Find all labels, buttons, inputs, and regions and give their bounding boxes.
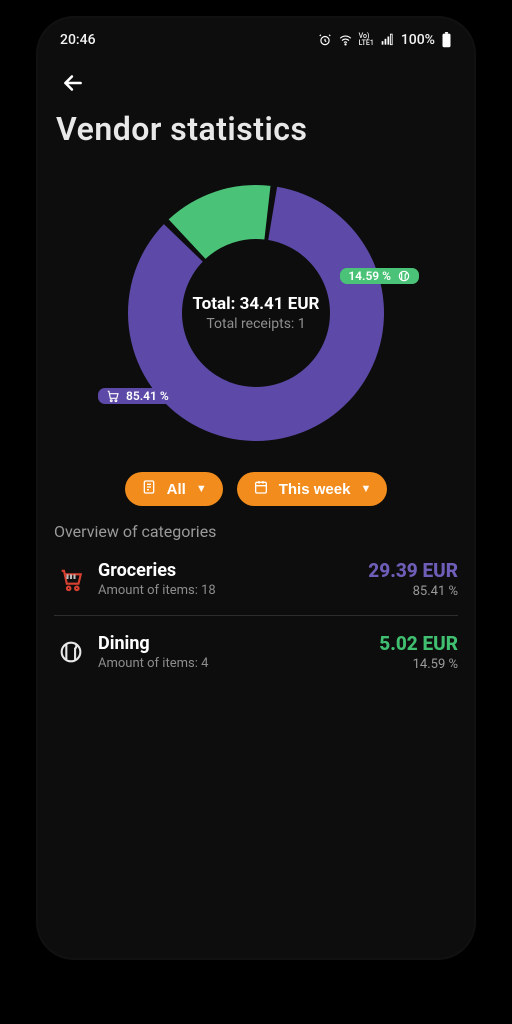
category-row-groceries[interactable]: Groceries Amount of items: 18 29.39 EUR … <box>38 549 474 609</box>
arrow-left-icon <box>60 70 86 96</box>
category-name: Groceries <box>98 560 368 581</box>
status-right: Vo)LTE1 100% <box>318 32 452 48</box>
category-amount: 5.02 EUR <box>379 632 458 655</box>
wifi-icon <box>338 33 353 47</box>
cart-icon <box>54 562 88 596</box>
battery-icon <box>441 32 452 48</box>
slice-badge-dining-pct: 14.59 % <box>348 269 391 283</box>
slice-badge-groceries: 85.41 % <box>98 388 177 404</box>
cart-icon <box>106 389 120 403</box>
pie-chart-svg <box>126 183 386 443</box>
status-time: 20:46 <box>60 32 96 48</box>
filter-period-button[interactable]: This week ▼ <box>237 472 388 506</box>
divider <box>54 615 458 616</box>
filter-category-label: All <box>167 481 186 498</box>
filter-period-label: This week <box>279 481 351 498</box>
status-bar: 20:46 Vo)LTE1 100% <box>38 18 474 48</box>
category-meta: Amount of items: 18 <box>98 583 368 598</box>
slice-badge-groceries-pct: 85.41 % <box>126 389 169 403</box>
donut-chart: Total: 34.41 EUR Total receipts: 1 <box>38 168 474 458</box>
slice-badge-dining: 14.59 % <box>340 268 419 284</box>
lte-indicator: Vo)LTE1 <box>359 33 374 47</box>
dining-icon <box>54 635 88 669</box>
category-row-dining[interactable]: Dining Amount of items: 4 5.02 EUR 14.59… <box>38 622 474 682</box>
filter-bar: All ▼ This week ▼ <box>38 458 474 520</box>
page-title: Vendor statistics <box>56 100 456 156</box>
dining-icon <box>397 269 411 283</box>
receipt-icon <box>141 479 157 499</box>
header: Vendor statistics <box>38 48 474 162</box>
signal-icon <box>380 33 395 47</box>
alarm-icon <box>318 33 332 47</box>
category-meta: Amount of items: 4 <box>98 656 379 671</box>
chevron-down-icon: ▼ <box>196 483 207 495</box>
category-pct: 14.59 % <box>379 657 458 672</box>
back-button[interactable] <box>56 66 90 100</box>
phone-frame: 20:46 Vo)LTE1 100% Vendor statistics <box>38 18 474 958</box>
battery-pct: 100% <box>401 32 435 48</box>
overview-section-title: Overview of categories <box>38 520 474 549</box>
category-pct: 85.41 % <box>368 584 458 599</box>
filter-category-button[interactable]: All ▼ <box>125 472 223 506</box>
chevron-down-icon: ▼ <box>360 483 371 495</box>
calendar-icon <box>253 479 269 499</box>
category-amount: 29.39 EUR <box>368 559 458 582</box>
category-name: Dining <box>98 633 379 654</box>
